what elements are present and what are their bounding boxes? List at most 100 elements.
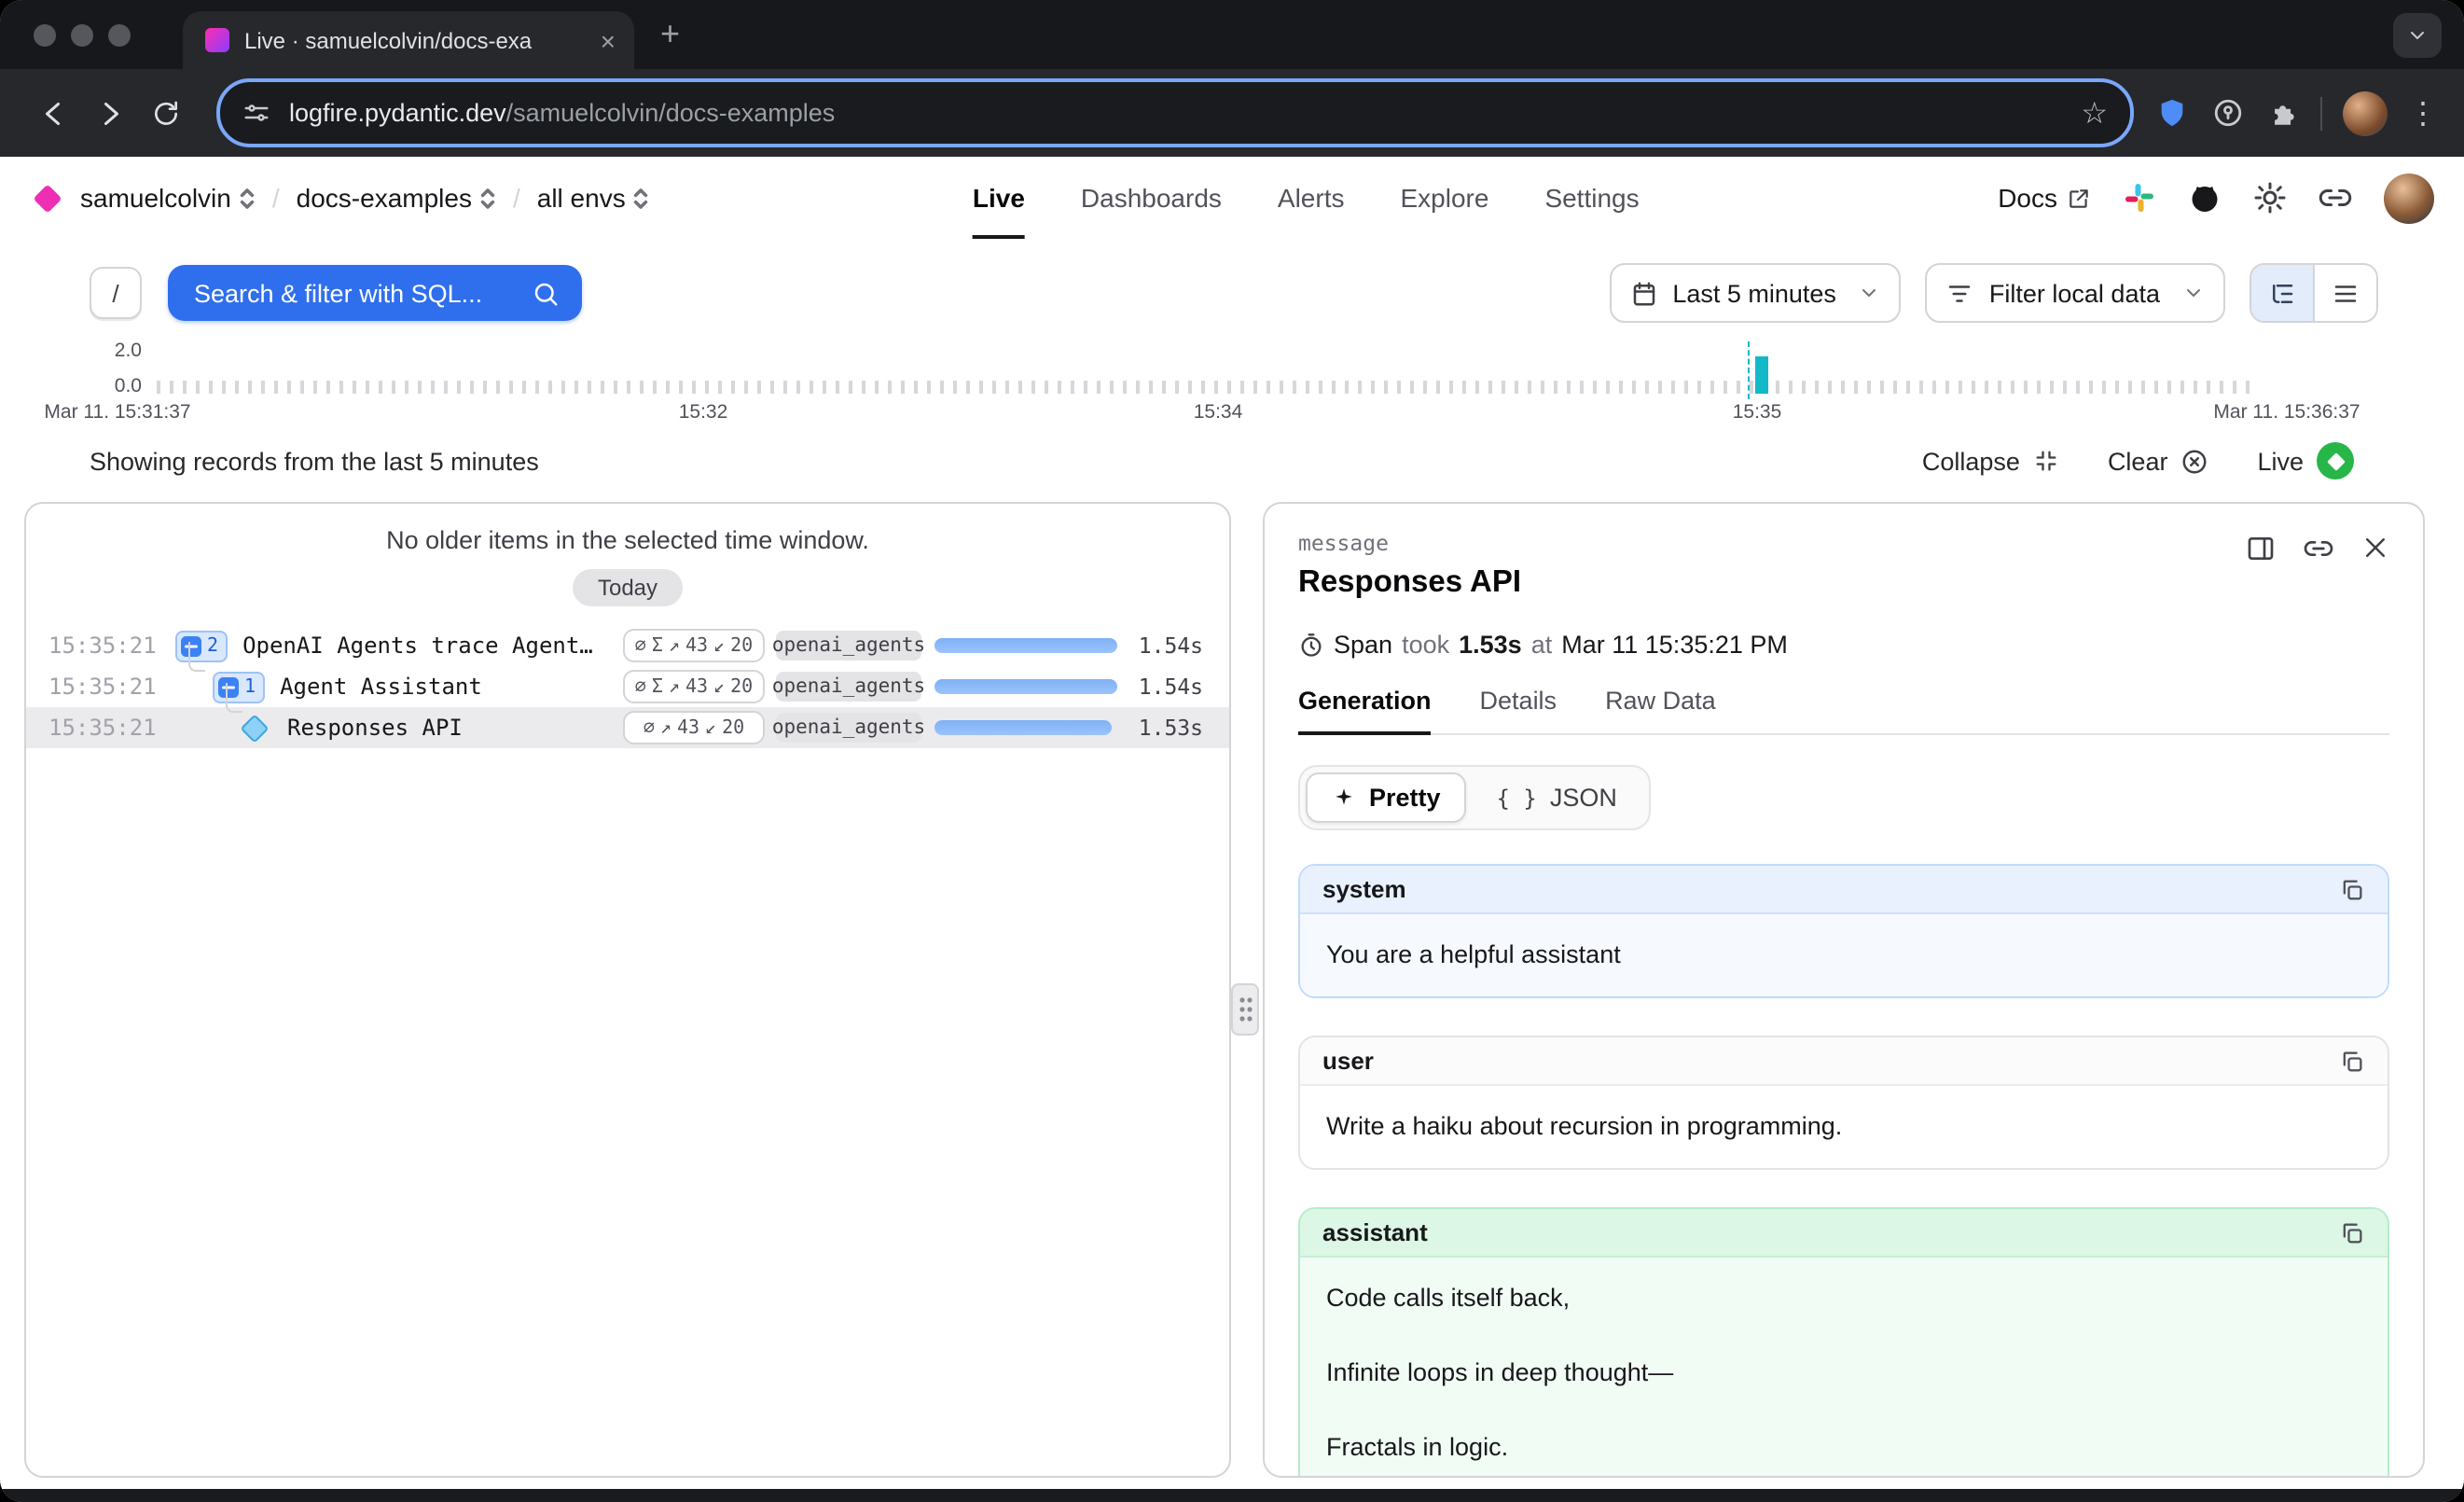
tree-view-button[interactable] [2251, 265, 2313, 321]
browser-toolbar: logfire.pydantic.dev/samuelcolvin/docs-e… [0, 69, 2464, 157]
breadcrumb-env[interactable]: all envs [537, 183, 650, 213]
copy-link-icon[interactable] [2304, 534, 2333, 563]
trace-list-panel: No older items in the selected time wind… [24, 502, 1231, 1478]
window-close-button[interactable] [34, 23, 56, 46]
content-panels: No older items in the selected time wind… [0, 502, 2464, 1478]
collapse-button[interactable]: Collapse [1922, 447, 2059, 475]
back-button[interactable] [26, 85, 82, 141]
github-icon[interactable] [2188, 181, 2222, 215]
logfire-logo-icon[interactable] [33, 183, 62, 212]
breadcrumb-project[interactable]: docs-examples [297, 183, 496, 213]
trace-name: Agent Assistant [280, 674, 482, 700]
chart-spike-bar[interactable] [1754, 356, 1767, 394]
copy-icon[interactable] [2339, 1219, 2365, 1245]
token-counts-pill: ∅ Σ ↗43 ↙20 [623, 670, 765, 703]
span-diamond-icon [240, 713, 269, 742]
browser-profile-avatar[interactable] [2343, 90, 2388, 135]
message-cards: system You are a helpful assistant user … [1265, 830, 2423, 1478]
empty-window-message: No older items in the selected time wind… [26, 526, 1229, 554]
message-card-assistant: assistant Code calls itself back, Infini… [1298, 1207, 2389, 1478]
nav-alerts[interactable]: Alerts [1278, 157, 1345, 239]
nav-dashboards[interactable]: Dashboards [1081, 157, 1222, 239]
message-card-body: Write a haiku about recursion in program… [1300, 1086, 2388, 1168]
nav-live[interactable]: Live [973, 157, 1025, 239]
time-range-dropdown[interactable]: Last 5 minutes [1609, 263, 1902, 323]
tab-raw-data[interactable]: Raw Data [1605, 687, 1716, 735]
breadcrumb-org[interactable]: samuelcolvin [80, 183, 256, 213]
live-indicator-icon [2317, 442, 2354, 480]
pretty-toggle-button[interactable]: Pretty [1306, 772, 1467, 823]
window-zoom-button[interactable] [108, 23, 131, 46]
password-extension-icon[interactable] [2212, 97, 2244, 129]
token-counts-pill: ∅ Σ ↗43 ↙20 [623, 629, 765, 662]
url-path: /samuelcolvin/docs-examples [506, 99, 836, 127]
span-title: Responses API [1298, 565, 2389, 601]
y-tick-max: 2.0 [75, 340, 142, 362]
extensions-puzzle-icon[interactable] [2268, 97, 2300, 129]
y-tick-min: 0.0 [75, 375, 142, 397]
span-kind-label: message [1298, 530, 2389, 556]
copy-icon[interactable] [2339, 1048, 2365, 1074]
tab-generation[interactable]: Generation [1298, 687, 1432, 735]
clear-circle-x-icon [2180, 447, 2208, 475]
browser-tab[interactable]: Live · samuelcolvin/docs-exa × [183, 11, 634, 69]
reload-button[interactable] [138, 85, 194, 141]
date-chip[interactable]: Today [574, 569, 682, 606]
render-mode-toggle: Pretty { } JSON [1298, 765, 1651, 830]
share-link-icon[interactable] [2319, 181, 2352, 215]
duration-label: 1.54s [1139, 674, 1203, 700]
tab-details[interactable]: Details [1480, 687, 1557, 735]
list-view-button[interactable] [2313, 265, 2376, 321]
tab-close-icon[interactable]: × [597, 25, 619, 55]
sql-search-button[interactable]: Search & filter with SQL... [168, 265, 581, 321]
trace-name: OpenAI Agents trace Agent… [242, 633, 593, 659]
url-host: logfire.pydantic.dev [289, 99, 506, 127]
nav-settings[interactable]: Settings [1544, 157, 1639, 239]
filter-bar: / Search & filter with SQL... Last 5 min… [0, 263, 2464, 323]
trace-time: 15:35:21 [48, 633, 175, 659]
tokens-in-arrow-icon: ↗ [669, 676, 680, 697]
tokens-out-arrow-icon: ↙ [713, 676, 725, 697]
browser-menu-icon[interactable]: ⋮ [2408, 94, 2438, 132]
panel-resize-handle[interactable] [1231, 983, 1259, 1036]
address-bar[interactable]: logfire.pydantic.dev/samuelcolvin/docs-e… [216, 78, 2134, 147]
stopwatch-icon [1298, 632, 1324, 658]
open-panel-icon[interactable] [2246, 534, 2276, 563]
duration-label: 1.53s [1139, 715, 1203, 741]
clear-button[interactable]: Clear [2108, 447, 2209, 475]
close-panel-icon[interactable] [2361, 534, 2389, 563]
window-minimize-button[interactable] [71, 23, 93, 46]
bookmark-star-icon[interactable]: ☆ [2081, 94, 2108, 132]
duration-bar[interactable] [934, 638, 1117, 653]
url-text[interactable]: logfire.pydantic.dev/samuelcolvin/docs-e… [289, 99, 2062, 127]
live-toggle[interactable]: Live [2257, 442, 2354, 480]
breadcrumb-separator: / [513, 183, 520, 213]
trace-row-selected[interactable]: 15:35:21 Responses API ∅ ↗43 ↙20 openai_… [26, 707, 1229, 748]
copy-icon[interactable] [2339, 876, 2365, 902]
user-avatar[interactable] [2384, 173, 2434, 223]
nav-explore[interactable]: Explore [1401, 157, 1489, 239]
tab-search-button[interactable] [2393, 13, 2442, 58]
slash-shortcut-key[interactable]: / [90, 267, 142, 319]
span-timestamp: Mar 11 15:35:21 PM [1561, 631, 1788, 659]
json-toggle-button[interactable]: { } JSON [1471, 772, 1643, 823]
message-card-header: user [1300, 1037, 2388, 1086]
chart-plot-area[interactable] [157, 349, 2259, 394]
trace-row[interactable]: 15:35:21 2 OpenAI Agents trace Agent… ∅ … [26, 625, 1229, 666]
duration-bar[interactable] [934, 720, 1112, 735]
site-settings-icon[interactable] [242, 99, 270, 127]
new-tab-button[interactable]: + [660, 15, 680, 54]
trace-row[interactable]: 15:35:21 1 Agent Assistant ∅ Σ ↗43 ↙20 o… [26, 666, 1229, 707]
forward-button[interactable] [82, 85, 138, 141]
docs-link[interactable]: Docs [1998, 183, 2091, 213]
header-actions: Docs [1998, 173, 2434, 223]
slack-icon[interactable] [2123, 181, 2156, 215]
records-timeline-chart[interactable]: 2.0 0.0 Mar 11. 15:31:37 15:32 15:34 15:… [0, 345, 2464, 427]
sigma-icon: Σ [652, 676, 663, 697]
duration-bar[interactable] [934, 679, 1117, 694]
shield-extension-icon[interactable] [2156, 97, 2188, 129]
scope-tag: openai_agents [776, 631, 921, 661]
local-filter-dropdown[interactable]: Filter local data [1926, 263, 2225, 323]
trace-time: 15:35:21 [48, 674, 175, 700]
theme-sun-icon[interactable] [2253, 181, 2287, 215]
